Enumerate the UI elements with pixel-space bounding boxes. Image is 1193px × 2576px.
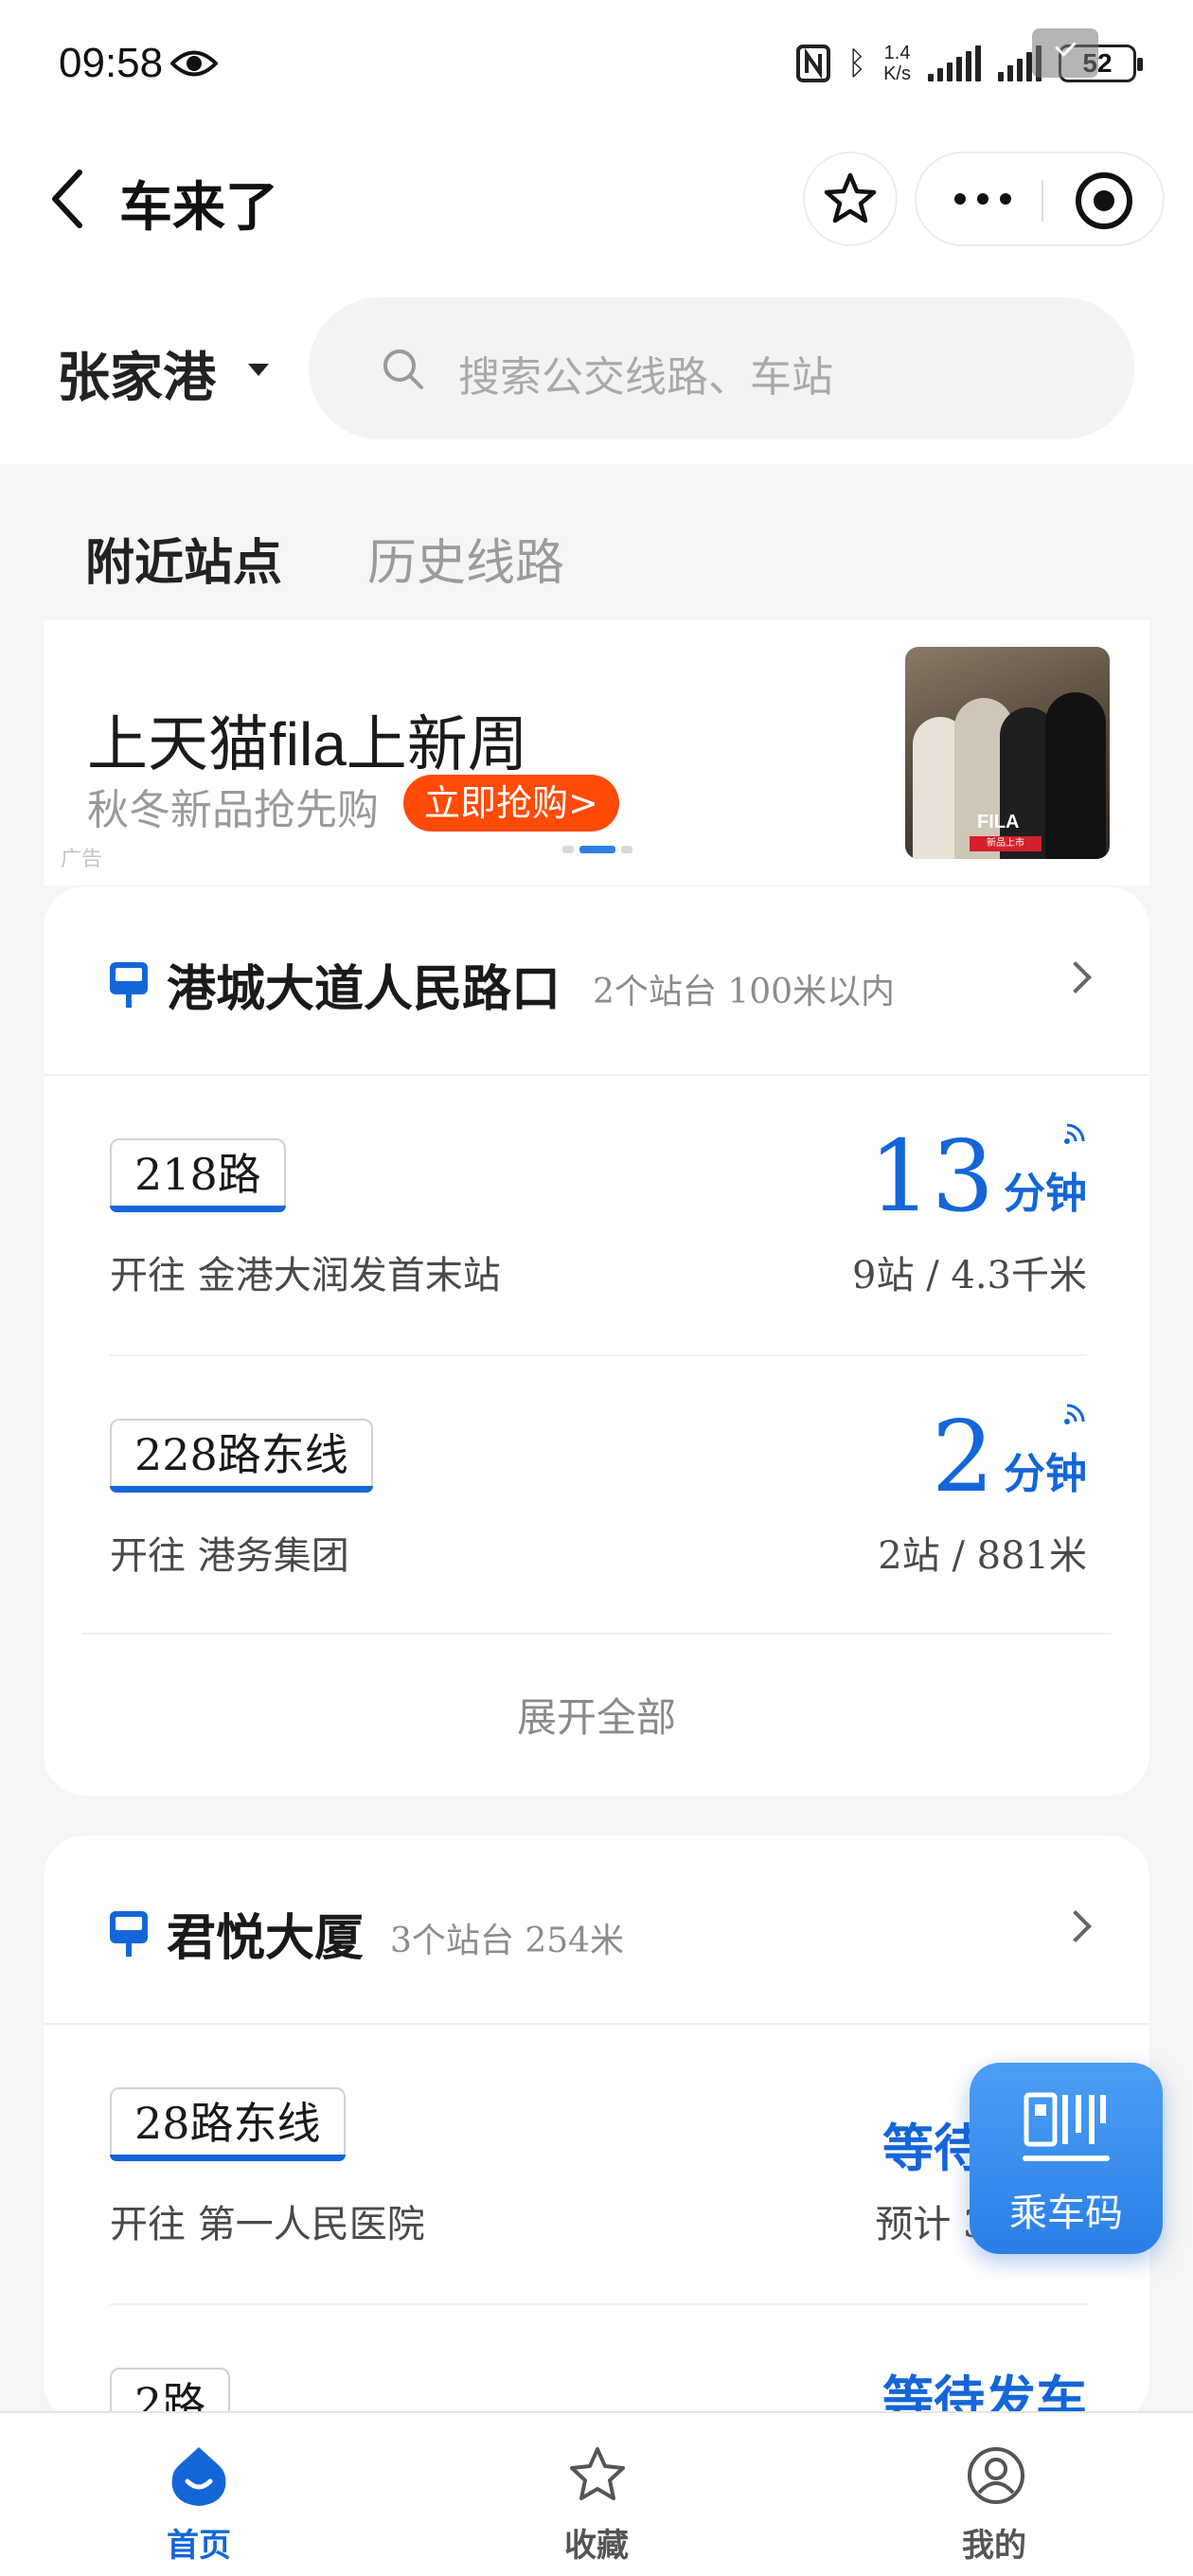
status-time: 09:58 xyxy=(59,40,164,86)
chevron-right-icon[interactable] xyxy=(1059,1910,1092,1942)
route-destination: 开往 金港大润发首末站 xyxy=(110,1254,501,1297)
route-badge: 28路东线 xyxy=(110,2087,346,2161)
net-speed: 1.4 K/s xyxy=(883,43,911,84)
expand-all-label: 展开全部 xyxy=(516,1694,676,1741)
chevron-right-icon[interactable] xyxy=(1059,961,1092,993)
back-arrow-icon[interactable] xyxy=(38,161,104,237)
tab-mine-label: 我的 xyxy=(962,2527,1026,2565)
fila-logo: FILA xyxy=(977,812,1020,832)
route-eta: 2 分钟 xyxy=(932,1407,1087,1506)
route-row[interactable]: 228路东线 开往 港务集团 2 分钟 2站 / 881米 xyxy=(44,1356,1149,1637)
tab-bar-top: 附近站点 历史线路 xyxy=(0,464,1193,620)
bluetooth-icon: ᛒ xyxy=(846,45,867,82)
bottom-tab-bar: 首页 收藏 我的 xyxy=(0,2411,1193,2576)
tab-favorites[interactable]: 收藏 xyxy=(492,2413,701,2576)
ad-image[interactable]: FILA 新品上市 xyxy=(905,647,1110,859)
search-row: 张家港 搜索公交线路、车站 xyxy=(0,265,1193,464)
tab-mine[interactable]: 我的 xyxy=(890,2413,1098,2576)
route-row[interactable]: 218路 开往 金港大润发首末站 13 分钟 9站 / 4.3千米 xyxy=(44,1076,1149,1356)
nav-bar: 车来了 xyxy=(0,133,1193,265)
star-icon xyxy=(570,2447,625,2500)
favorite-button[interactable] xyxy=(803,152,898,246)
status-bar: 09:58 ᛒ 1.4 K/s 52 xyxy=(0,0,1193,133)
eta-number: 13 xyxy=(868,1118,994,1234)
station-name: 君悦大厦 xyxy=(167,1909,365,1967)
star-icon xyxy=(824,172,877,224)
search-input[interactable]: 搜索公交线路、车站 xyxy=(309,297,1134,439)
tab-nearby-stations[interactable]: 附近站点 xyxy=(85,523,282,594)
nfc-icon xyxy=(795,45,830,82)
route-destination: 开往 港务集团 xyxy=(110,1534,349,1578)
home-icon xyxy=(171,2447,226,2506)
tab-favorites-label: 收藏 xyxy=(564,2527,629,2565)
station-header[interactable]: 港城大道人民路口 2个站台 100米以内 xyxy=(44,886,1149,1076)
route-distance: 9站 / 4.3千米 xyxy=(852,1254,1087,1297)
station-meta: 2个站台 100米以内 xyxy=(593,973,896,1011)
bus-stop-icon xyxy=(110,962,148,1008)
bus-stop-icon xyxy=(110,1911,148,1957)
ad-banner[interactable]: 上天猫fila上新周 秋冬新品抢先购 立即抢购> 广告 FILA 新品上市 xyxy=(44,620,1149,886)
mini-program-capsule xyxy=(915,152,1165,246)
route-badge: 218路 xyxy=(110,1138,286,1212)
ad-subtitle: 秋冬新品抢先购 xyxy=(87,786,379,834)
station-header[interactable]: 君悦大厦 3个站台 254米 xyxy=(44,1835,1149,2025)
ad-close-icon[interactable] xyxy=(1032,28,1098,78)
route-eta: 13 分钟 xyxy=(869,1127,1087,1225)
route-destination: 开往 第一人民医院 xyxy=(110,2203,425,2246)
ride-code-label: 乘车码 xyxy=(1009,2191,1123,2235)
ad-title: 上天猫fila上新周 xyxy=(87,710,528,778)
eta-unit: 分钟 xyxy=(1004,1170,1087,1218)
search-icon xyxy=(383,349,423,389)
page-title: 车来了 xyxy=(119,177,278,239)
ad-image-tag: 新品上市 xyxy=(970,836,1042,851)
capsule-divider xyxy=(1042,180,1043,222)
tab-history-routes[interactable]: 历史线路 xyxy=(367,523,564,594)
eta-number: 2 xyxy=(931,1399,994,1514)
station-card: 港城大道人民路口 2个站台 100米以内 218路 开往 金港大润发首末站 13… xyxy=(44,886,1149,1796)
more-dots-icon[interactable] xyxy=(954,193,1011,205)
signal-icon xyxy=(928,45,981,81)
route-badge: 228路东线 xyxy=(110,1419,373,1493)
ad-cta-button[interactable]: 立即抢购> xyxy=(403,775,619,832)
search-placeholder: 搜索公交线路、车站 xyxy=(458,353,833,402)
eye-icon xyxy=(170,50,218,77)
station-meta: 3个站台 254米 xyxy=(390,1922,625,1960)
user-icon xyxy=(968,2447,1024,2504)
qr-code-icon xyxy=(1023,2092,1110,2161)
ride-code-button[interactable]: 乘车码 xyxy=(970,2063,1163,2254)
route-row[interactable]: 2路 等待发车 xyxy=(44,2305,1149,2423)
tab-home-label: 首页 xyxy=(167,2527,231,2565)
route-distance: 2站 / 881米 xyxy=(878,1534,1087,1578)
target-icon[interactable] xyxy=(1076,172,1132,229)
eta-unit: 分钟 xyxy=(1004,1450,1087,1498)
carousel-indicator xyxy=(562,846,632,853)
tab-home[interactable]: 首页 xyxy=(95,2413,303,2576)
station-name: 港城大道人民路口 xyxy=(167,960,561,1018)
city-selector[interactable]: 张家港 xyxy=(57,335,216,412)
ad-label: 广告 xyxy=(61,848,103,871)
expand-all-button[interactable]: 展开全部 xyxy=(81,1633,1112,1796)
caret-down-icon[interactable] xyxy=(248,364,269,376)
